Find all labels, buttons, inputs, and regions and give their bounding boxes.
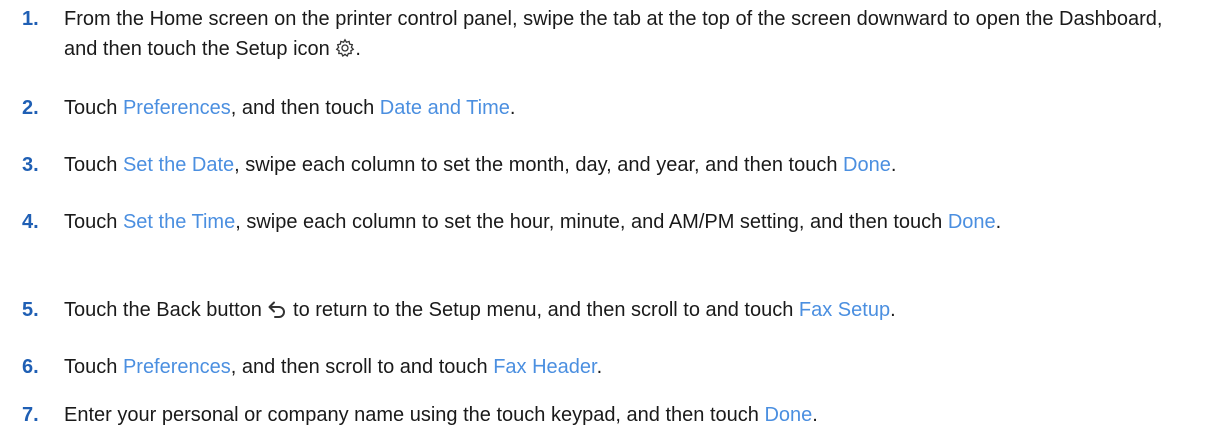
step-text: Touch the Back button to return to the S… (64, 295, 1194, 328)
link-fax-header[interactable]: Fax Header (493, 356, 596, 378)
gear-icon (335, 37, 355, 67)
step-2-text-end: . (509, 97, 516, 119)
step-3-text: Touch (64, 154, 123, 176)
link-date-and-time[interactable]: Date and Time (380, 97, 510, 119)
step-text: Touch Preferences, and then scroll to an… (64, 352, 1194, 382)
step-text: Touch Set the Time, swipe each column to… (64, 207, 1194, 237)
step-number: 2. (22, 97, 39, 119)
step-text: Enter your personal or company name usin… (64, 400, 1194, 430)
link-done[interactable]: Done (764, 404, 812, 426)
step-number: 4. (22, 211, 39, 233)
step-5-text-mid: to return to the Setup menu, and then sc… (287, 299, 799, 321)
back-arrow-icon (267, 298, 287, 328)
link-preferences[interactable]: Preferences (123, 97, 231, 119)
link-preferences[interactable]: Preferences (123, 356, 231, 378)
step-7-text: Enter your personal or company name usin… (64, 404, 765, 426)
step-3-text-mid: , swipe each column to set the month, da… (234, 154, 844, 176)
step-3-text-end: . (890, 154, 897, 176)
step-number: 7. (22, 404, 39, 426)
link-set-the-time[interactable]: Set the Time (123, 211, 235, 233)
step-number: 6. (22, 356, 39, 378)
step-text: Touch Preferences, and then touch Date a… (64, 93, 1194, 123)
link-done[interactable]: Done (843, 154, 891, 176)
step-6-text-end: . (596, 356, 603, 378)
step-number: 3. (22, 154, 39, 176)
step-2-text: Touch (64, 97, 123, 119)
step-4-text-end: . (995, 211, 1002, 233)
step-text: Touch Set the Date, swipe each column to… (64, 150, 1194, 180)
step-6-text-mid: , and then scroll to and touch (230, 356, 494, 378)
step-5-text: Touch the Back button (64, 299, 268, 321)
step-text: From the Home screen on the printer cont… (64, 4, 1194, 67)
step-number: 5. (22, 299, 39, 321)
step-4-text-mid: , swipe each column to set the hour, min… (235, 211, 948, 233)
step-number: 1. (22, 8, 39, 30)
step-5-text-end: . (890, 299, 896, 321)
step-7-text-end: . (812, 404, 818, 426)
step-1-text: From the Home screen on the printer cont… (64, 8, 1163, 60)
step-1-text-end: . (355, 38, 361, 60)
link-done[interactable]: Done (948, 211, 996, 233)
step-6-text: Touch (64, 356, 123, 378)
step-4-text: Touch (64, 211, 123, 233)
link-set-the-date[interactable]: Set the Date (123, 154, 234, 176)
link-fax-setup[interactable]: Fax Setup (799, 299, 890, 321)
step-2-text-mid: , and then touch (230, 97, 380, 119)
